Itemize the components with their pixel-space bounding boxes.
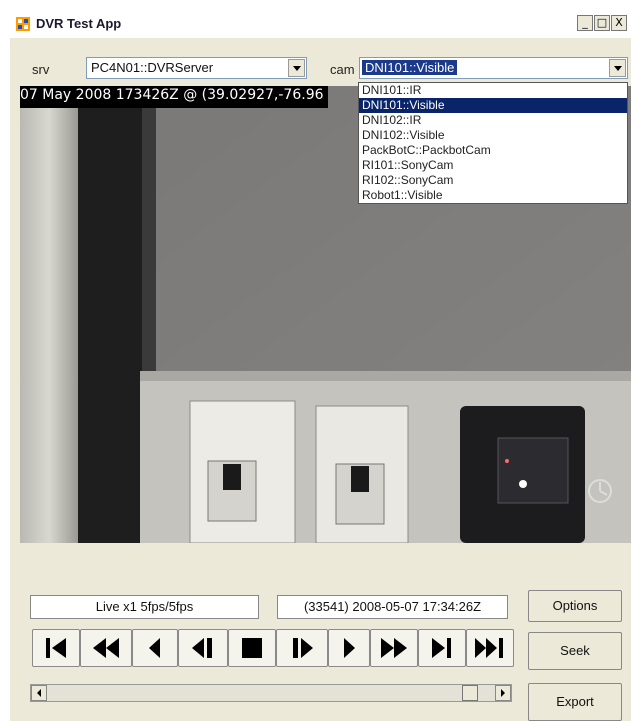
cam-option[interactable]: DNI101::Visible: [359, 98, 627, 113]
skip-next-icon: [432, 638, 451, 658]
cam-select[interactable]: DNI101::Visible: [359, 57, 628, 79]
cam-option[interactable]: DNI102::Visible: [359, 128, 627, 143]
maximize-button[interactable]: □: [594, 15, 610, 31]
step-back-button[interactable]: [178, 629, 228, 667]
cam-option[interactable]: Robot1::Visible: [359, 188, 627, 203]
seek-button[interactable]: Seek: [528, 632, 622, 670]
fast-forward-icon: [381, 638, 407, 658]
step-forward-button[interactable]: [276, 629, 328, 667]
fast-rewind-button[interactable]: [80, 629, 132, 667]
video-overlay-text: 07 May 2008 173426Z @ (39.02927,-76.96: [20, 86, 328, 108]
cam-select-value: DNI101::Visible: [362, 60, 458, 75]
timeline-scrollbar[interactable]: [30, 684, 512, 702]
skip-to-end-icon: [475, 638, 503, 658]
playback-timestamp-status: (33541) 2008-05-07 17:34:26Z: [277, 595, 508, 619]
arrow-left-icon: [37, 689, 41, 697]
cam-option[interactable]: RI102::SonyCam: [359, 173, 627, 188]
chevron-down-icon[interactable]: [288, 59, 305, 77]
play-button[interactable]: [328, 629, 370, 667]
cam-dropdown-list: DNI101::IR DNI101::Visible DNI102::IR DNI10…: [358, 82, 628, 204]
fast-rewind-icon: [93, 638, 119, 658]
stop-icon: [242, 638, 262, 658]
scroll-right-button[interactable]: [495, 685, 511, 701]
play-icon: [344, 638, 355, 658]
srv-label: srv: [32, 62, 50, 77]
skip-to-start-button[interactable]: [32, 629, 80, 667]
options-button[interactable]: Options: [528, 590, 622, 622]
srv-select[interactable]: PC4N01::DVRServer: [86, 57, 307, 79]
close-button[interactable]: X: [611, 15, 627, 31]
cam-option[interactable]: RI101::SonyCam: [359, 158, 627, 173]
stop-button[interactable]: [228, 629, 276, 667]
window-title: DVR Test App: [36, 16, 122, 31]
scroll-left-button[interactable]: [31, 685, 47, 701]
rewind-button[interactable]: [132, 629, 178, 667]
cam-label: cam: [330, 62, 355, 77]
skip-to-end-button[interactable]: [466, 629, 514, 667]
cam-option[interactable]: PackBotC::PackbotCam: [359, 143, 627, 158]
app-icon: [16, 17, 30, 31]
export-button[interactable]: Export: [528, 683, 622, 721]
minimize-button[interactable]: _: [577, 15, 593, 31]
cam-option[interactable]: DNI102::IR: [359, 113, 627, 128]
arrow-right-icon: [501, 689, 505, 697]
skip-to-start-icon: [46, 638, 66, 658]
step-forward-icon: [293, 638, 313, 658]
srv-select-value: PC4N01::DVRServer: [91, 60, 214, 75]
title-bar: DVR Test App _ □ X: [10, 10, 631, 38]
step-back-icon: [192, 638, 212, 658]
fast-forward-button[interactable]: [370, 629, 418, 667]
skip-next-button[interactable]: [418, 629, 466, 667]
cam-option[interactable]: DNI101::IR: [359, 83, 627, 98]
scrollbar-thumb[interactable]: [462, 685, 478, 701]
chevron-down-icon[interactable]: [609, 59, 626, 77]
rewind-icon: [149, 638, 160, 658]
playback-mode-status: Live x1 5fps/5fps: [30, 595, 259, 619]
